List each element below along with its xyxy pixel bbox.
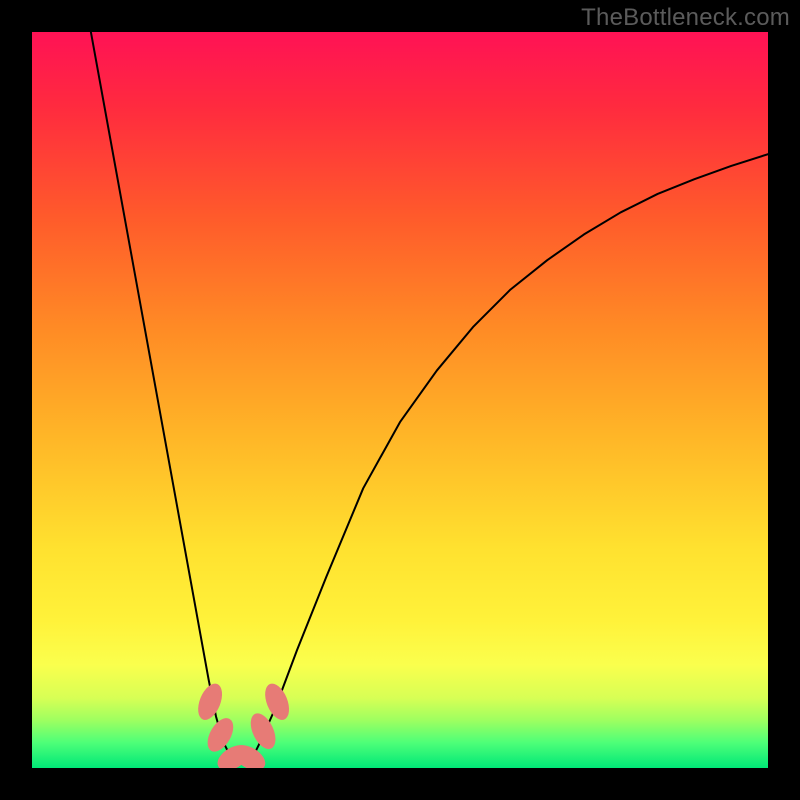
bottleneck-chart [32, 32, 768, 768]
gradient-background [32, 32, 768, 768]
watermark-text: TheBottleneck.com [581, 4, 790, 32]
outer-frame: TheBottleneck.com [0, 0, 800, 800]
